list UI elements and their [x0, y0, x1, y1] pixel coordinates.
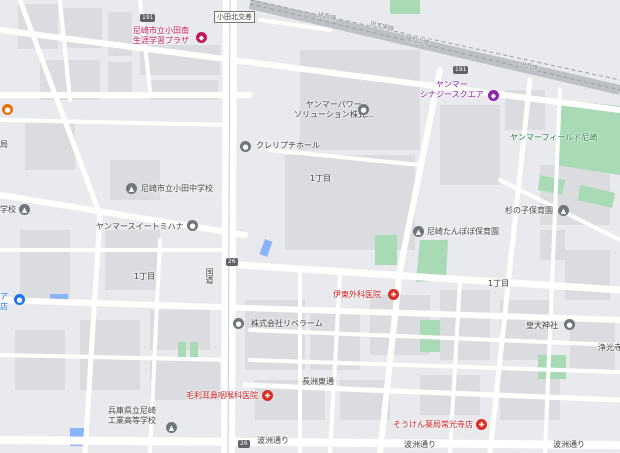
poi-label-oda-jhs[interactable]: 尼崎市立小田中学校	[141, 184, 213, 194]
road-label-namisu-2: 波洲通り	[404, 440, 436, 449]
area-label-1chome-right: 1丁目	[488, 279, 510, 288]
poi-label-shogai-plaza[interactable]: 尼崎市立小田南 生涯学習プラザ	[133, 26, 189, 46]
poi-label-crelife-hall[interactable]: クレリプチホール	[256, 141, 320, 151]
poi-label-soken-pharmacy[interactable]: そうけん薬局常光寺店	[393, 420, 473, 430]
school-icon[interactable]: ▲	[166, 422, 177, 433]
poi-label-yanmar-synergy[interactable]: ヤンマー シナジースクエア	[420, 80, 484, 100]
poi-label-liberaume[interactable]: 株式会社リベラーム	[251, 319, 323, 329]
poi-label-kyoku[interactable]: 局	[0, 140, 8, 150]
poi-label-ito-clinic[interactable]: 伊東外科医院	[333, 290, 381, 300]
map-canvas[interactable]: 小田北交差 191 191 26 26 JR西線 JR宝塚線 福知山線 JR西線…	[0, 0, 620, 453]
route-26-shield-south: 26	[238, 440, 250, 448]
poi-label-gakko[interactable]: 学校	[0, 205, 16, 215]
intersection-label-oda-kita: 小田北交差	[214, 11, 255, 23]
building-icon[interactable]: ●	[187, 220, 198, 231]
landmark-icon[interactable]: ◆	[196, 32, 207, 43]
school-icon[interactable]: ▲	[126, 183, 137, 194]
poi-label-kogyo-hs[interactable]: 兵庫県立尼崎 工業高等学校	[108, 406, 156, 426]
hospital-icon[interactable]: ✚	[262, 390, 273, 401]
route-191-shield: 191	[140, 14, 156, 22]
road-label-kokudo: 国道	[205, 268, 214, 284]
shopping-icon[interactable]: ◆	[488, 90, 499, 101]
restaurant-icon[interactable]: ●	[2, 104, 13, 115]
building-icon[interactable]: ●	[240, 141, 251, 152]
poi-label-yanmar-field[interactable]: ヤンマーフィールド尼崎	[510, 133, 597, 143]
building-icon[interactable]: ●	[358, 104, 369, 115]
building-icon[interactable]: ●	[233, 318, 244, 329]
school-icon[interactable]: ▲	[413, 226, 424, 237]
area-label-1chome-top: 1丁目	[310, 174, 332, 183]
hospital-icon[interactable]: ✚	[388, 289, 399, 300]
area-label-1chome-mid: 1丁目	[134, 272, 156, 281]
road-label-namisu-3: 波洲通り	[553, 440, 585, 449]
poi-label-tanpopo[interactable]: 尼崎たんぽぽ保育園	[427, 227, 499, 237]
poi-label-yanmar-sweet[interactable]: ヤンマースイートミハナ	[96, 222, 184, 232]
pharmacy-icon[interactable]: ✚	[476, 419, 487, 430]
road-label-nagasu-higashi: 長洲東通	[302, 377, 334, 386]
poi-label-suginoko[interactable]: 杉の子保育園	[505, 206, 553, 216]
poi-label-mori-ent[interactable]: 毛利耳鼻咽喉科医院	[186, 391, 258, 401]
shrine-icon[interactable]: ●	[564, 319, 575, 330]
school-icon[interactable]: ▲	[558, 205, 569, 216]
route-26-shield: 26	[226, 258, 238, 266]
school-icon[interactable]: ▲	[19, 204, 30, 215]
route-191-shield-east: 191	[453, 66, 469, 74]
poi-label-shop-left[interactable]: ア 店	[0, 292, 8, 312]
poi-label-kodai-jinja[interactable]: 皇大神社	[526, 321, 558, 331]
road-label-namisu-1: 波洲通り	[257, 436, 289, 445]
shop-icon[interactable]: ●	[14, 294, 25, 305]
poi-label-jokoji[interactable]: 浄光寺	[598, 343, 620, 353]
